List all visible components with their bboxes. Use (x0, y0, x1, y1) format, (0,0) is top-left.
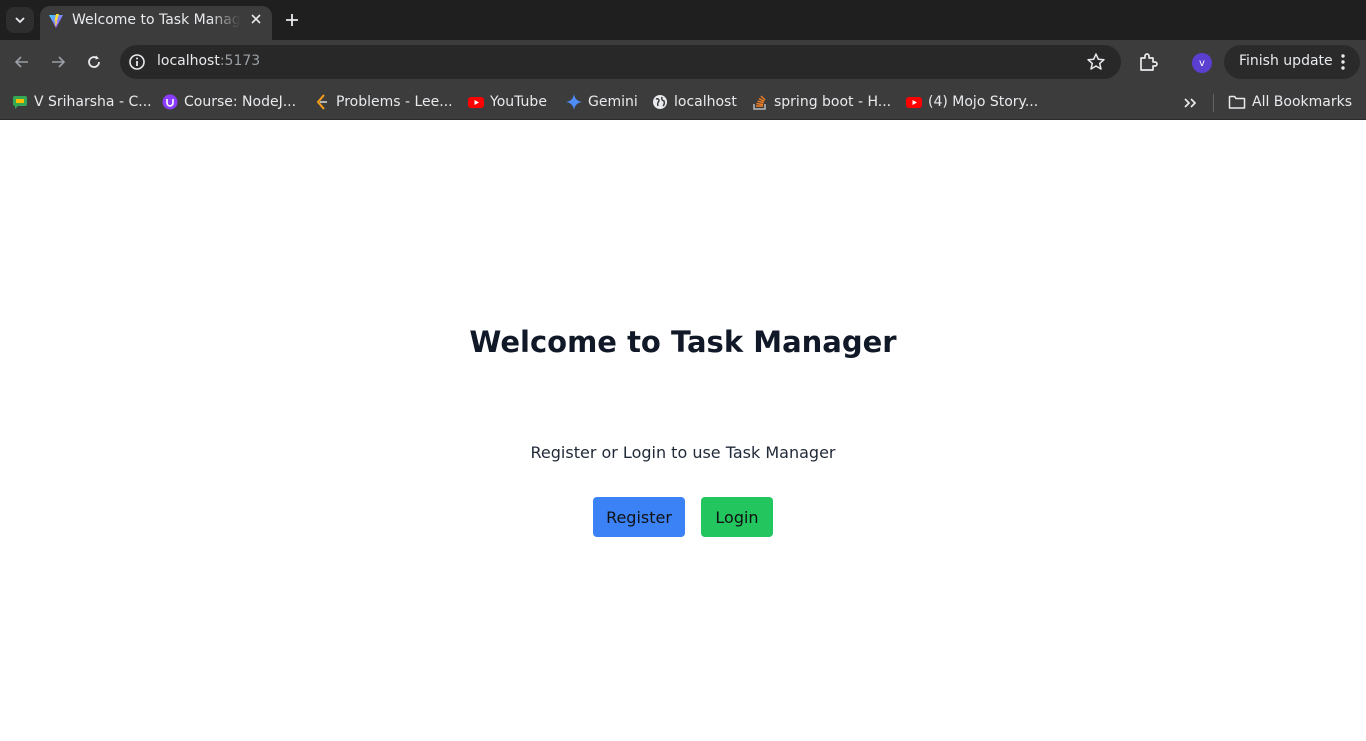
gemini-icon (566, 94, 582, 110)
url-host: localhost (157, 53, 220, 69)
active-tab[interactable]: Welcome to Task Manager (40, 6, 272, 40)
bookmark-item[interactable]: Gemini (566, 91, 638, 113)
bookmark-item[interactable]: (4) Mojo Story... (906, 91, 1038, 113)
all-bookmarks-label: All Bookmarks (1252, 94, 1353, 110)
vite-icon (49, 14, 63, 28)
chevron-down-icon (15, 17, 25, 24)
tab-search-button[interactable] (6, 7, 34, 33)
globe-icon (653, 95, 667, 109)
finish-update-label: Finish update (1239, 53, 1333, 69)
close-tab-button[interactable] (248, 11, 264, 27)
bookmark-label: Problems - Lee... (336, 94, 453, 110)
new-tab-button[interactable] (280, 8, 304, 32)
all-bookmarks-button[interactable]: All Bookmarks (1228, 91, 1352, 113)
close-icon (251, 14, 261, 24)
extensions-icon[interactable] (1137, 51, 1159, 73)
page-subtitle: Register or Login to use Task Manager (530, 443, 836, 462)
course-icon (162, 94, 178, 110)
site-info-icon[interactable] (128, 53, 146, 71)
bookmark-label: Gemini (588, 94, 638, 110)
bookmark-label: spring boot - H... (774, 94, 892, 110)
bookmark-item[interactable]: YouTube (468, 91, 547, 113)
login-button[interactable]: Login (701, 497, 773, 537)
reload-icon (88, 55, 100, 68)
more-vert-icon (1341, 54, 1345, 70)
url-text: localhost:5173 (157, 53, 260, 69)
chat-icon (13, 96, 27, 109)
leetcode-icon (316, 94, 327, 110)
browser-toolbar: localhost:5173 v Finish update (0, 40, 1366, 84)
arrow-left-icon (14, 56, 28, 68)
bookmark-item[interactable]: Problems - Lee... (314, 91, 453, 113)
page-content: Welcome to Task Manager Register or Logi… (0, 121, 1366, 741)
address-bar[interactable]: localhost:5173 (120, 45, 1121, 79)
youtube-icon (906, 97, 922, 108)
bookmark-item[interactable]: spring boot - H... (752, 91, 891, 113)
reload-button[interactable] (82, 50, 106, 74)
bookmark-label: Course: NodeJ... (184, 94, 297, 110)
register-button[interactable]: Register (593, 497, 685, 537)
stackoverflow-icon (753, 95, 766, 110)
bookmark-label: V Sriharsha - C... (34, 94, 152, 110)
bookmark-label: localhost (674, 94, 737, 110)
arrow-right-icon (52, 56, 66, 68)
plus-icon (286, 14, 298, 26)
star-icon[interactable] (1086, 52, 1106, 72)
bookmarks-bar: V Sriharsha - C... Course: NodeJ... Prob… (0, 84, 1366, 120)
bookmark-label: YouTube (490, 94, 547, 110)
tab-strip: Welcome to Task Manager (0, 0, 1366, 40)
page-title: Welcome to Task Manager (469, 325, 897, 359)
youtube-icon (468, 97, 484, 108)
finish-update-button[interactable]: Finish update (1224, 45, 1360, 79)
bookmark-item[interactable]: Course: NodeJ... (162, 91, 296, 113)
bookmarks-divider (1213, 94, 1214, 112)
profile-avatar[interactable]: v (1192, 53, 1212, 73)
back-button[interactable] (10, 50, 34, 74)
folder-icon (1228, 95, 1246, 109)
forward-button[interactable] (46, 50, 70, 74)
chevron-double-right-icon[interactable] (1180, 93, 1200, 113)
bookmark-label: (4) Mojo Story... (928, 94, 1039, 110)
tab-title: Welcome to Task Manager (72, 12, 240, 28)
url-port: :5173 (219, 53, 261, 69)
bookmark-item[interactable]: localhost (652, 91, 737, 113)
bookmark-item[interactable]: V Sriharsha - C... (12, 91, 152, 113)
